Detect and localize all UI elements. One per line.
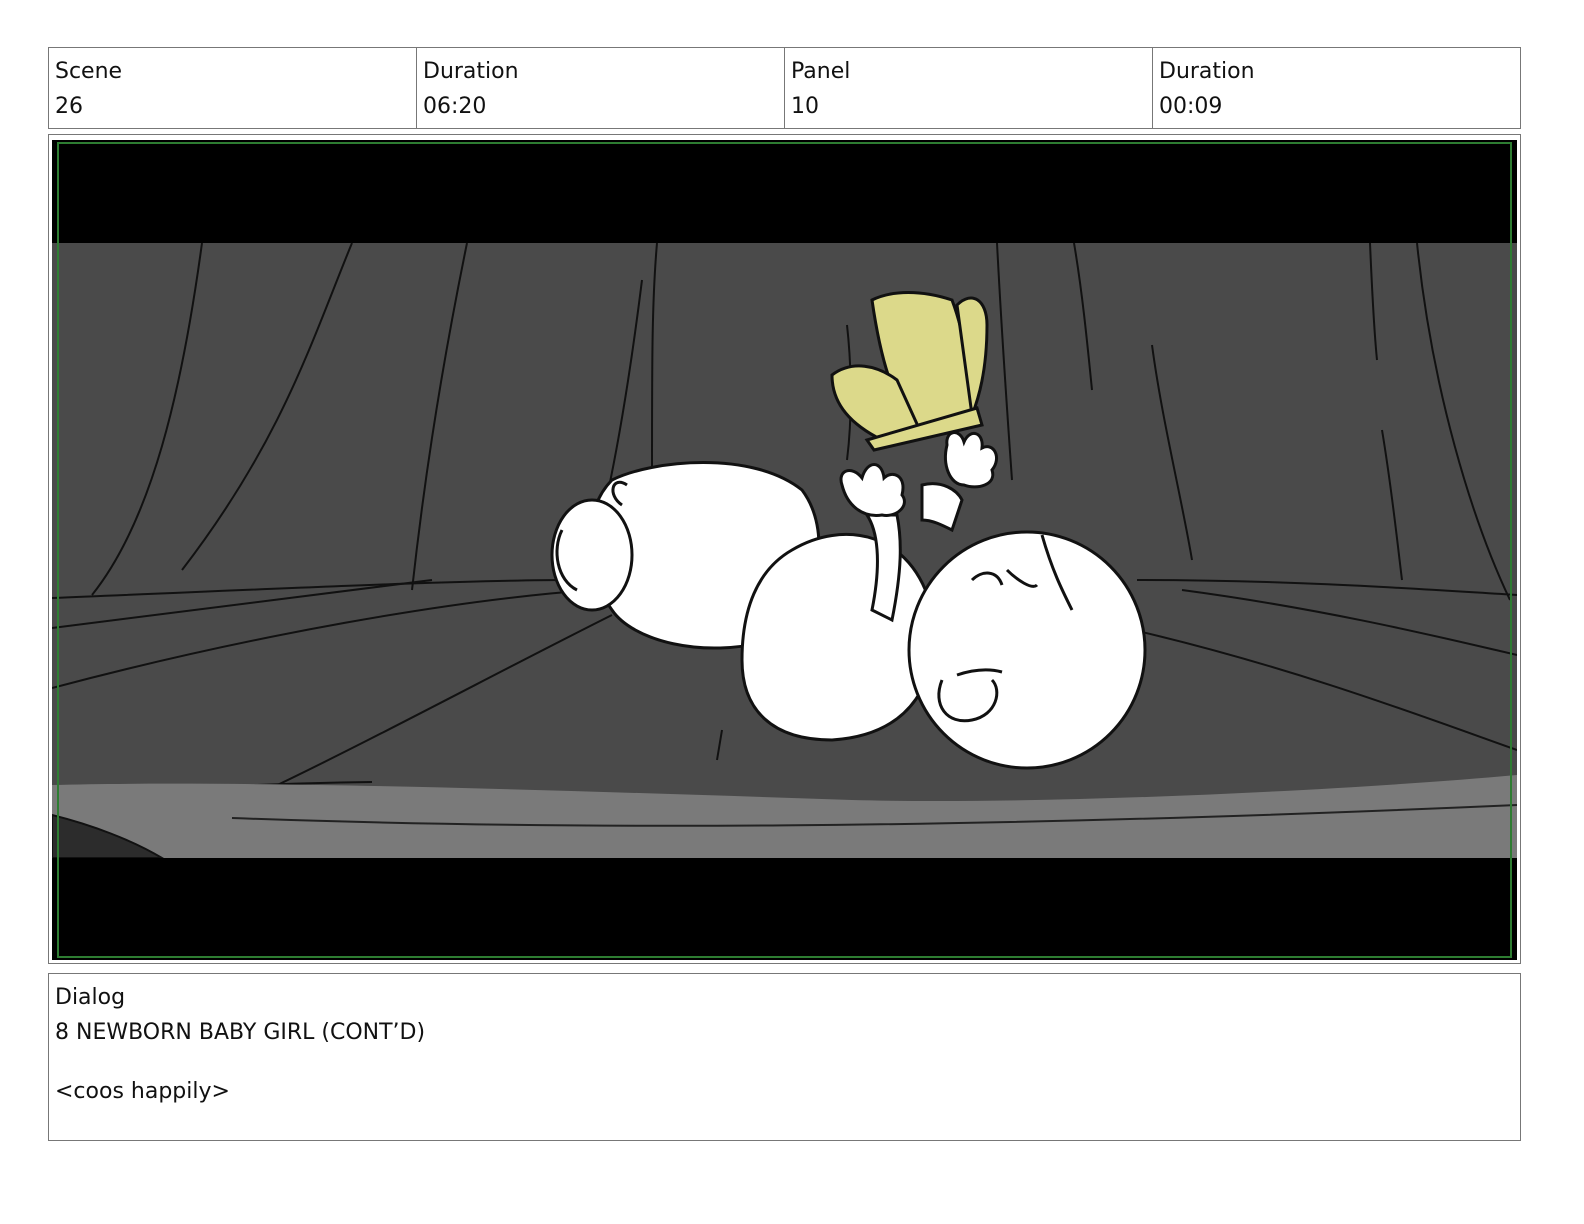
letterbox-top (52, 140, 1517, 243)
dialog-label: Dialog (55, 985, 126, 1010)
panel-number: 10 (791, 94, 819, 119)
dialog-character: 8 NEWBORN BABY GIRL (CONT’D) (55, 1020, 426, 1045)
panel-info-header: Scene 26 Duration 06:20 Panel 10 Duratio… (48, 47, 1521, 129)
scene-cell: Scene 26 (49, 48, 417, 128)
panel-cell: Panel 10 (785, 48, 1153, 128)
panel-drawing (52, 140, 1517, 960)
scene-duration-cell: Duration 06:20 (417, 48, 785, 128)
dialog-text: <coos happily> (55, 1079, 230, 1104)
panel-label: Panel (791, 59, 851, 84)
panel-duration-label: Duration (1159, 59, 1255, 84)
letterbox-bottom (52, 858, 1517, 960)
panel-duration-value: 00:09 (1159, 94, 1223, 119)
dialog-spacer (55, 1050, 1514, 1074)
scene-duration-label: Duration (423, 59, 519, 84)
scene-label: Scene (55, 59, 123, 84)
dialog-box: Dialog 8 NEWBORN BABY GIRL (CONT’D) <coo… (48, 973, 1521, 1141)
panel-duration-cell: Duration 00:09 (1153, 48, 1520, 128)
storyboard-panel (48, 134, 1521, 964)
scene-number: 26 (55, 94, 83, 119)
scene-duration-value: 06:20 (423, 94, 487, 119)
